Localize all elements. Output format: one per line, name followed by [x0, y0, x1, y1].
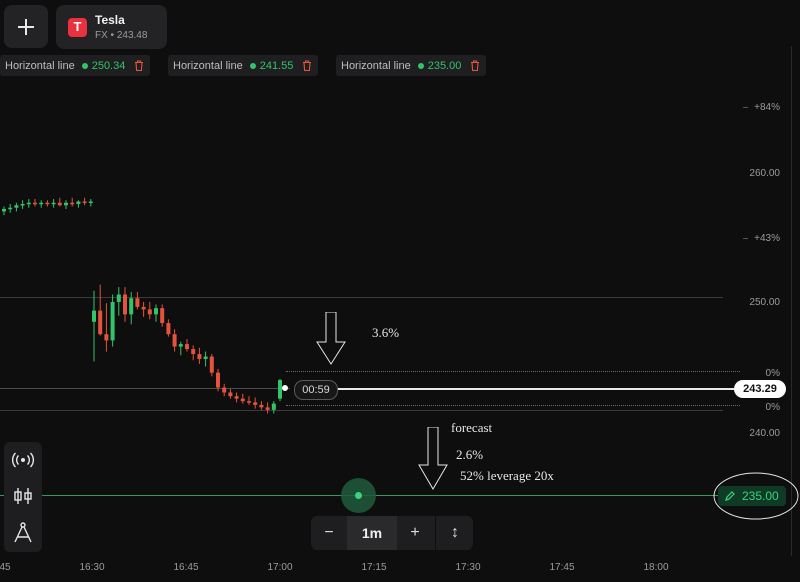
timeframe-control: − 1m + ↕: [311, 516, 473, 550]
candle-body: [76, 201, 81, 204]
candle-body: [191, 349, 196, 355]
zoom-in-button[interactable]: +: [397, 516, 433, 550]
candle-body: [234, 396, 239, 399]
candle-body: [203, 356, 208, 359]
candle-body: [197, 354, 202, 359]
signals-icon[interactable]: [8, 445, 38, 475]
annotation-leverage: 52% leverage 20x: [460, 468, 554, 483]
candle-body: [110, 301, 115, 341]
candle-body: [33, 202, 37, 205]
candle-body: [2, 208, 6, 212]
candle-body: [172, 334, 177, 347]
x-label: 16:30: [79, 562, 105, 573]
candle-body: [185, 344, 189, 350]
annotation-forecast: forecast: [451, 420, 493, 435]
candle-body: [70, 202, 75, 205]
x-label: 18:00: [643, 562, 669, 573]
annotation-top-pct: 3.6%: [372, 325, 400, 340]
candle-body: [271, 403, 276, 410]
candle-body: [14, 205, 19, 208]
zoom-out-button[interactable]: −: [311, 516, 347, 550]
x-label: 17:00: [267, 562, 293, 573]
candle-body: [178, 344, 183, 347]
candle-body: [166, 323, 171, 335]
candle-body: [129, 298, 134, 315]
drawing-compass-icon[interactable]: [8, 518, 38, 548]
candle-body: [92, 310, 96, 322]
x-label: 45: [0, 562, 11, 573]
candle-body: [154, 308, 158, 315]
candle-body: [141, 306, 146, 310]
candlestick-chart: [2, 197, 282, 414]
x-label: 17:45: [549, 562, 575, 573]
drawing-tools-panel: [4, 442, 42, 552]
candle-body: [116, 294, 121, 302]
candle-body: [88, 201, 93, 204]
timeframe-selector[interactable]: 1m: [347, 516, 397, 550]
x-label: 16:45: [173, 562, 199, 573]
candle-body: [222, 387, 227, 393]
candle-body: [247, 401, 251, 403]
candle-body: [228, 392, 233, 397]
down-arrow-icon: [418, 427, 448, 490]
candle-body: [265, 407, 270, 410]
candle-body: [39, 202, 44, 205]
candle-body: [253, 402, 258, 405]
candle-body: [51, 202, 56, 205]
candle-body: [160, 308, 165, 324]
x-label: 17:15: [361, 562, 387, 573]
candle-body: [57, 202, 62, 206]
candle-body: [135, 298, 140, 307]
candle-body: [216, 372, 220, 388]
candle-body: [26, 202, 31, 205]
candle-body: [104, 334, 109, 341]
candle-body: [147, 309, 152, 315]
candle-body: [45, 202, 50, 205]
down-arrow-icon: [316, 312, 346, 365]
candle-body: [98, 310, 103, 335]
candle-body: [259, 404, 264, 408]
candles-icon[interactable]: [8, 481, 38, 511]
candle-body: [64, 202, 68, 206]
candle-body: [209, 356, 214, 373]
annotation-low-pct: 2.6%: [456, 447, 484, 462]
candle-body: [278, 380, 282, 399]
fit-vertical-button[interactable]: ↕: [437, 516, 473, 550]
candle-body: [20, 204, 25, 206]
candle-body: [123, 294, 127, 315]
candle-body: [82, 201, 87, 204]
divider: [435, 516, 436, 550]
candle-body: [8, 207, 13, 210]
x-label: 17:30: [455, 562, 481, 573]
candle-body: [240, 398, 245, 402]
